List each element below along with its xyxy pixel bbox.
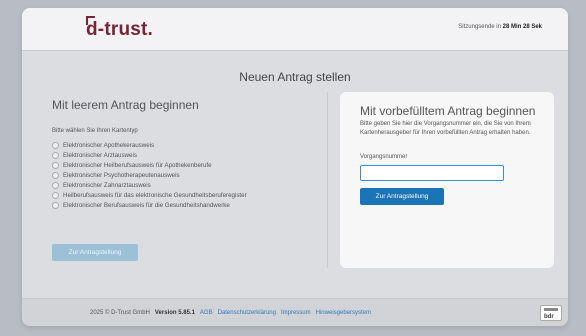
version: Version 5.85.1 [154, 310, 195, 316]
logo[interactable]: d-trust. [86, 19, 153, 41]
session-label: Sitzungsende in [458, 24, 501, 30]
link-imprint[interactable]: Impressum [281, 310, 311, 316]
card-type-label: Heilberufsausweis für das elektronische … [63, 191, 247, 199]
case-number-label: Vorgangsnummer [360, 154, 408, 160]
card-type-label: Elektronischer Zahnarztausweis [63, 181, 151, 189]
card-type-label: Elektronischer Heilberufsausweis für Apo… [63, 161, 212, 169]
footer-links: 2025 © D-Trust GmbH Version 5.85.1 AGB D… [90, 310, 371, 316]
radio-icon[interactable] [52, 201, 59, 209]
blank-application-section: Mit leerem Antrag beginnen Bitte wählen … [52, 98, 332, 210]
footer: 2025 © D-Trust GmbH Version 5.85.1 AGB D… [22, 298, 568, 326]
page-title: Neuen Antrag stellen [239, 70, 351, 84]
radio-icon[interactable] [52, 141, 59, 149]
card-type-label: Elektronischer Psychotherapeutenausweis [63, 171, 180, 179]
link-agb[interactable]: AGB [200, 310, 213, 316]
header: d-trust. Sitzungsende in 28 Min 28 Sek [22, 8, 568, 51]
card-type-options: Elektronischer Apothekerausweis Elektron… [52, 140, 332, 210]
badge-label: bdr [544, 314, 554, 320]
prefilled-application-title: Mit vorbefülltem Antrag beginnen [360, 104, 536, 118]
card-type-option[interactable]: Elektronischer Arztausweis [52, 150, 332, 160]
start-blank-application-button[interactable]: Zur Antragstellung [52, 244, 138, 261]
start-prefilled-application-button[interactable]: Zur Antragstellung [360, 188, 444, 205]
section-divider [327, 92, 328, 268]
link-privacy[interactable]: Datenschutzerklärung [218, 310, 276, 316]
session-time: 28 Min 28 Sek [502, 24, 542, 30]
card-type-option[interactable]: Elektronischer Psychotherapeutenausweis [52, 170, 332, 180]
copyright: 2025 © D-Trust GmbH [90, 310, 150, 316]
bdr-badge-icon[interactable]: bdr [540, 305, 562, 321]
badge-stripe [544, 308, 558, 311]
radio-icon[interactable] [52, 161, 59, 169]
card-type-option[interactable]: Elektronischer Berufsausweis für die Ges… [52, 200, 332, 210]
card-type-option[interactable]: Elektronischer Apothekerausweis [52, 140, 332, 150]
card-type-option[interactable]: Elektronischer Heilberufsausweis für Apo… [52, 160, 332, 170]
radio-icon[interactable] [52, 181, 59, 189]
session-timer: Sitzungsende in 28 Min 28 Sek [458, 24, 542, 30]
card-type-hint: Bitte wählen Sie Ihren Kartentyp [52, 128, 138, 134]
radio-icon[interactable] [52, 191, 59, 199]
radio-icon[interactable] [52, 151, 59, 159]
prefilled-hint: Bitte geben Sie hier die Vorgangsnummer … [360, 121, 531, 136]
app-window: d-trust. Sitzungsende in 28 Min 28 Sek N… [22, 8, 568, 326]
card-type-option[interactable]: Elektronischer Zahnarztausweis [52, 180, 332, 190]
case-number-input[interactable] [360, 165, 504, 181]
card-type-label: Elektronischer Arztausweis [63, 151, 137, 159]
blank-application-title: Mit leerem Antrag beginnen [52, 98, 199, 112]
prefilled-application-section: Mit vorbefülltem Antrag beginnen Bitte g… [340, 92, 554, 268]
card-type-label: Elektronischer Apothekerausweis [63, 141, 155, 149]
card-type-label: Elektronischer Berufsausweis für die Ges… [63, 201, 230, 209]
link-whistleblower[interactable]: Hinweisgebersystem [316, 310, 371, 316]
card-type-option[interactable]: Heilberufsausweis für das elektronische … [52, 190, 332, 200]
radio-icon[interactable] [52, 171, 59, 179]
